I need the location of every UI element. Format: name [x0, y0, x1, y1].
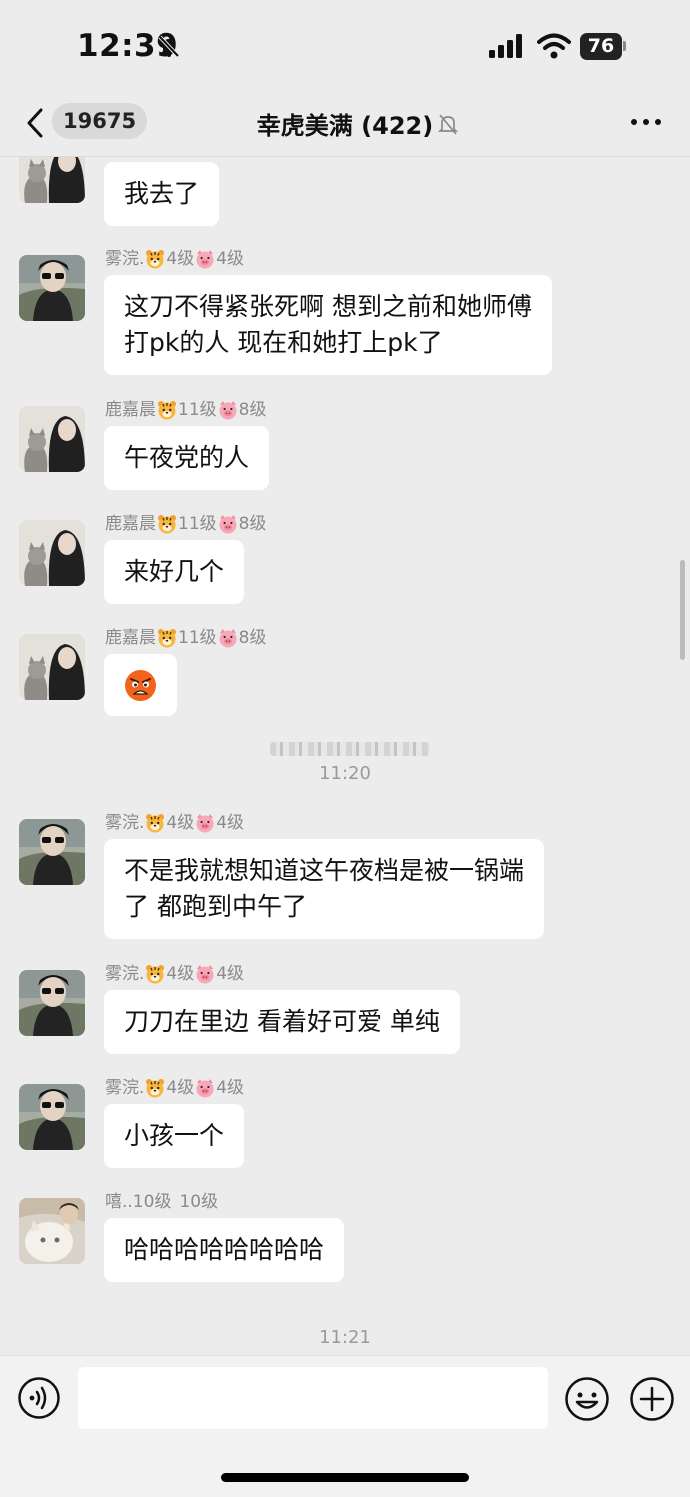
avatar[interactable] [19, 970, 85, 1036]
battery-indicator: 76 [580, 33, 626, 60]
message-text-line: 打pk的人 现在和她打上pk了 [124, 328, 443, 357]
cellular-signal-icon [489, 34, 522, 58]
tiger-emoji-icon [157, 628, 177, 648]
status-bar: 12:39 76 [0, 0, 690, 92]
message-item: 雾浣. 4级 4级 不是我就想知道这午夜档是被一锅端 了 都跑到中午了 [0, 812, 690, 942]
emoji-icon[interactable] [564, 1376, 610, 1422]
pig-emoji-icon [195, 813, 215, 833]
message-bubble[interactable]: 我去了 [104, 162, 220, 226]
angry-face-emoji-icon [125, 670, 156, 701]
avatar[interactable] [19, 520, 85, 586]
message-list[interactable]: 我去了 雾浣. 4级 4级 这刀不得紧张死啊 想到之前和她师傅 打pk的人 现在… [0, 157, 690, 1355]
message-item: 鹿嘉晨 11级 8级 [0, 627, 690, 722]
sender-name: 鹿嘉晨 11级 8级 [105, 514, 267, 534]
group-title[interactable]: 幸虎美满 (422) [0, 106, 690, 141]
sender-name: 雾浣. 4级 4级 [105, 964, 245, 984]
wifi-icon [537, 33, 571, 59]
message-item: 雾浣. 4级 4级 小孩一个 [0, 1077, 690, 1172]
bell-slash-icon [158, 35, 180, 58]
message-text-line: 不是我就想知道这午夜档是被一锅端 [124, 856, 525, 885]
avatar[interactable] [19, 406, 85, 472]
sender-name: 雾浣. 4级 4级 [105, 249, 245, 269]
avatar[interactable] [19, 157, 85, 203]
message-item: 雾浣. 4级 4级 刀刀在里边 看着好可爱 单纯 [0, 963, 690, 1058]
scrollbar[interactable] [680, 560, 685, 660]
timestamp: 11:21 [319, 1327, 371, 1348]
input-bar [0, 1355, 690, 1497]
home-indicator [221, 1473, 469, 1482]
timestamp: 11:20 [319, 763, 371, 784]
sender-name: 鹿嘉晨 11级 8级 [105, 628, 267, 648]
avatar[interactable] [19, 1198, 85, 1264]
bell-slash-icon [437, 114, 459, 135]
plus-icon[interactable] [629, 1376, 675, 1422]
pig-emoji-icon [218, 400, 238, 420]
message-text: 午夜党的人 [124, 443, 250, 472]
message-text: 刀刀在里边 看着好可爱 单纯 [124, 1007, 440, 1036]
message-item: 嘻..10级 10级 哈哈哈哈哈哈哈哈 [0, 1191, 690, 1286]
message-bubble[interactable]: 这刀不得紧张死啊 想到之前和她师傅 打pk的人 现在和她打上pk了 [104, 275, 552, 375]
message-bubble[interactable]: 不是我就想知道这午夜档是被一锅端 了 都跑到中午了 [104, 839, 545, 939]
avatar[interactable] [19, 255, 85, 321]
tiger-emoji-icon [157, 514, 177, 534]
message-bubble[interactable]: 小孩一个 [104, 1104, 245, 1168]
sender-name: 雾浣. 4级 4级 [105, 1078, 245, 1098]
message-bubble[interactable]: 哈哈哈哈哈哈哈哈 [104, 1218, 345, 1282]
message-input[interactable] [78, 1367, 548, 1429]
pig-emoji-icon [195, 249, 215, 269]
message-text-line: 了 都跑到中午了 [124, 892, 307, 921]
tiger-emoji-icon [145, 1078, 165, 1098]
pig-emoji-icon [218, 514, 238, 534]
sender-name: 鹿嘉晨 11级 8级 [105, 400, 267, 420]
avatar[interactable] [19, 634, 85, 700]
pig-emoji-icon [195, 964, 215, 984]
message-item: 鹿嘉晨 11级 8级 来好几个 [0, 513, 690, 608]
pig-emoji-icon [195, 1078, 215, 1098]
message-text-line: 这刀不得紧张死啊 想到之前和她师傅 [124, 292, 532, 321]
message-bubble[interactable] [104, 654, 177, 716]
tiger-emoji-icon [145, 813, 165, 833]
sender-name: 嘻..10级 10级 [105, 1192, 219, 1212]
sender-name: 雾浣. 4级 4级 [105, 813, 245, 833]
tiger-emoji-icon [145, 964, 165, 984]
avatar[interactable] [19, 1084, 85, 1150]
chat-header: 19675 幸虎美满 (422) [0, 92, 690, 157]
message-item: 雾浣. 4级 4级 这刀不得紧张死啊 想到之前和她师傅 打pk的人 现在和她打上… [0, 248, 690, 378]
more-dots-icon[interactable] [630, 118, 662, 126]
blurred-notice [270, 742, 430, 756]
battery-level: 76 [587, 35, 615, 57]
tiger-emoji-icon [145, 249, 165, 269]
message-item: 我去了 [0, 157, 690, 237]
voice-icon[interactable] [17, 1376, 61, 1420]
message-text: 小孩一个 [124, 1121, 225, 1150]
pig-emoji-icon [218, 628, 238, 648]
message-text: 哈哈哈哈哈哈哈哈 [124, 1235, 325, 1264]
avatar[interactable] [19, 819, 85, 885]
message-bubble[interactable]: 来好几个 [104, 540, 245, 604]
message-bubble[interactable]: 午夜党的人 [104, 426, 270, 490]
message-item: 鹿嘉晨 11级 8级 午夜党的人 [0, 399, 690, 494]
message-bubble[interactable]: 刀刀在里边 看着好可爱 单纯 [104, 990, 460, 1054]
tiger-emoji-icon [157, 400, 177, 420]
message-text: 来好几个 [124, 557, 225, 586]
message-text: 我去了 [124, 179, 200, 208]
